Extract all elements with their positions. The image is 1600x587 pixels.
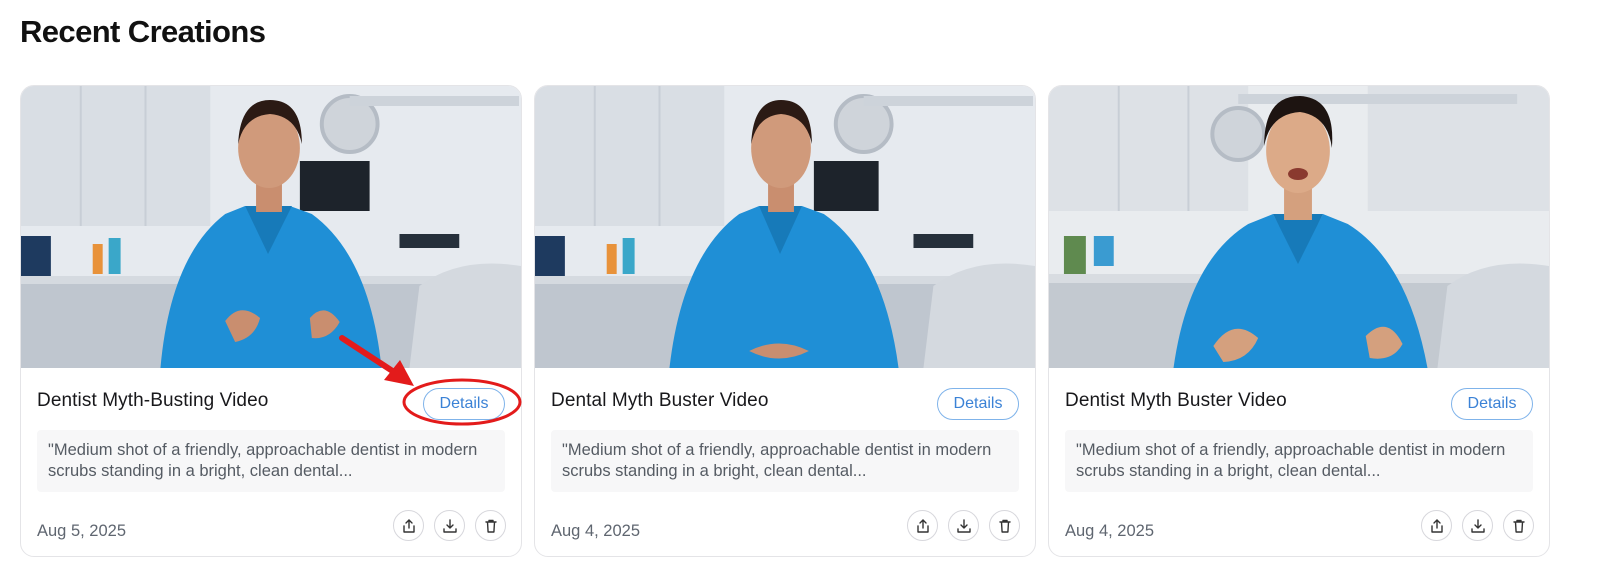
prompt-preview: "Medium shot of a friendly, approachable… bbox=[551, 430, 1019, 492]
delete-button[interactable] bbox=[1503, 510, 1534, 541]
creation-date: Aug 4, 2025 bbox=[1065, 522, 1154, 540]
card-body: Dentist Myth-Busting Video Details "Medi… bbox=[21, 368, 521, 556]
details-button[interactable]: Details bbox=[423, 388, 505, 420]
download-button[interactable] bbox=[434, 510, 465, 541]
details-button[interactable]: Details bbox=[1451, 388, 1533, 420]
thumbnail-illustration bbox=[21, 86, 521, 368]
download-icon bbox=[956, 518, 971, 533]
cards-grid: Dentist Myth-Busting Video Details "Medi… bbox=[20, 85, 1550, 557]
card-title: Dentist Myth Buster Video bbox=[1065, 390, 1287, 411]
trash-icon bbox=[484, 519, 497, 533]
card-actions bbox=[907, 510, 1020, 541]
download-icon bbox=[1470, 518, 1485, 533]
delete-button[interactable] bbox=[989, 510, 1020, 541]
video-card: Dentist Myth Buster Video Details "Mediu… bbox=[1048, 85, 1550, 557]
download-button[interactable] bbox=[1462, 510, 1493, 541]
download-button[interactable] bbox=[948, 510, 979, 541]
thumbnail-illustration bbox=[535, 86, 1035, 368]
share-icon bbox=[402, 518, 415, 533]
creation-date: Aug 5, 2025 bbox=[37, 522, 126, 540]
share-button[interactable] bbox=[393, 510, 424, 541]
share-icon bbox=[916, 518, 929, 533]
recent-creations-page: Recent Creations Dentist Myth-Busting Vi… bbox=[0, 0, 1600, 587]
video-thumbnail[interactable] bbox=[1049, 86, 1549, 368]
thumbnail-illustration bbox=[1049, 86, 1549, 368]
card-body: Dental Myth Buster Video Details "Medium… bbox=[535, 368, 1035, 556]
share-button[interactable] bbox=[1421, 510, 1452, 541]
download-icon bbox=[442, 518, 457, 533]
section-title: Recent Creations bbox=[20, 14, 266, 49]
prompt-preview: "Medium shot of a friendly, approachable… bbox=[37, 430, 505, 492]
share-icon bbox=[1430, 518, 1443, 533]
creation-date: Aug 4, 2025 bbox=[551, 522, 640, 540]
trash-icon bbox=[998, 519, 1011, 533]
card-actions bbox=[1421, 510, 1534, 541]
trash-icon bbox=[1512, 519, 1525, 533]
card-actions bbox=[393, 510, 506, 541]
card-title: Dental Myth Buster Video bbox=[551, 390, 769, 411]
prompt-preview: "Medium shot of a friendly, approachable… bbox=[1065, 430, 1533, 492]
share-button[interactable] bbox=[907, 510, 938, 541]
card-body: Dentist Myth Buster Video Details "Mediu… bbox=[1049, 368, 1549, 556]
delete-button[interactable] bbox=[475, 510, 506, 541]
video-card: Dental Myth Buster Video Details "Medium… bbox=[534, 85, 1036, 557]
video-thumbnail[interactable] bbox=[21, 86, 521, 368]
video-card: Dentist Myth-Busting Video Details "Medi… bbox=[20, 85, 522, 557]
details-button[interactable]: Details bbox=[937, 388, 1019, 420]
video-thumbnail[interactable] bbox=[535, 86, 1035, 368]
card-title: Dentist Myth-Busting Video bbox=[37, 390, 269, 411]
